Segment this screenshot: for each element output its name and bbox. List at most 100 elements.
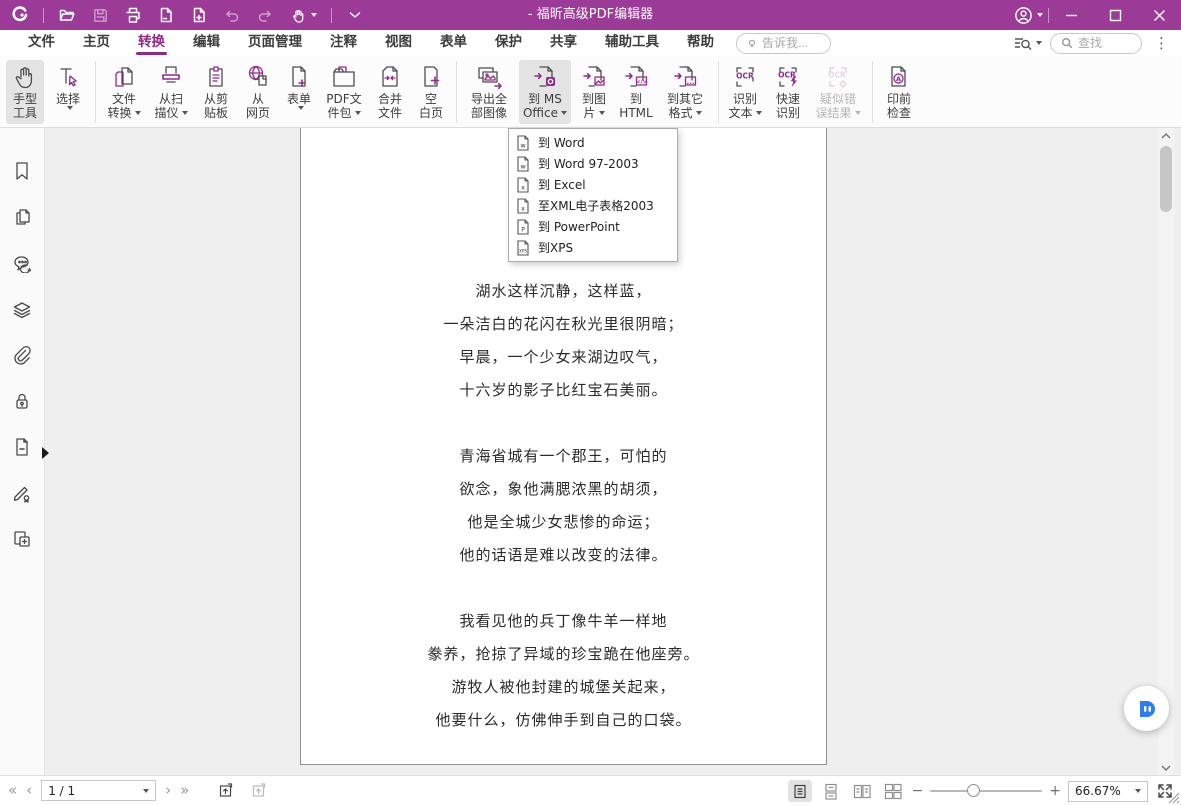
- save-icon[interactable]: [90, 5, 110, 25]
- quick-ocr-button[interactable]: OCR 快速 识别: [769, 60, 807, 124]
- menu-item-to-xml-spreadsheet-2003[interactable]: x 至XML电子表格2003: [509, 195, 677, 216]
- bookmark-icon[interactable]: [11, 160, 33, 182]
- ribbon-button-label: 从扫: [159, 92, 183, 106]
- label-text: 描仪: [154, 106, 178, 120]
- scroll-down-icon[interactable]: [1158, 760, 1174, 775]
- hand-quick-icon[interactable]: [288, 5, 318, 25]
- zoom-slider-thumb[interactable]: [967, 784, 980, 797]
- zoom-slider[interactable]: [930, 790, 1042, 792]
- close-button[interactable]: [1137, 0, 1181, 30]
- facing-continuous-view-button[interactable]: [881, 780, 905, 802]
- caret-down-icon: [1037, 13, 1043, 17]
- ribbon-button-label: 描仪: [154, 106, 187, 120]
- find-input[interactable]: [1078, 36, 1130, 50]
- to-other-format-button[interactable]: ... 到其它 格式: [660, 60, 710, 124]
- scroll-up-icon[interactable]: [1158, 128, 1174, 143]
- from-scanner-button[interactable]: 从扫 描仪: [150, 60, 192, 124]
- ocr-text-button[interactable]: OCR 识别 文本: [726, 60, 764, 124]
- menu-item-to-xps[interactable]: XPS 到XPS: [509, 237, 677, 258]
- to-html-button[interactable]: </> 到 HTML: [617, 60, 655, 124]
- scrollbar-thumb[interactable]: [1160, 146, 1172, 212]
- account-icon[interactable]: [1008, 5, 1048, 25]
- select-button[interactable]: 选择: [49, 60, 87, 124]
- poem-line: 青海省城有一个郡王，可怕的: [301, 440, 826, 473]
- next-page-button[interactable]: ›: [165, 783, 171, 798]
- tab-home[interactable]: 主页: [69, 30, 124, 56]
- more-options-icon[interactable]: ⋮: [1150, 34, 1173, 52]
- redo-icon[interactable]: [255, 5, 275, 25]
- page-icon[interactable]: [156, 5, 176, 25]
- from-clipboard-button[interactable]: 从剪 贴板: [197, 60, 235, 124]
- window-controls: [1008, 0, 1181, 30]
- ribbon-button-label: 文本: [728, 106, 761, 120]
- last-page-button[interactable]: »: [180, 783, 189, 798]
- menu-item-to-word-97-2003[interactable]: w 到 Word 97-2003: [509, 153, 677, 174]
- svg-text:...: ...: [687, 78, 695, 86]
- page-number-select[interactable]: 1 / 1: [41, 780, 156, 801]
- references-icon[interactable]: [11, 528, 33, 550]
- menu-item-to-word[interactable]: w 到 Word: [509, 132, 677, 153]
- preflight-button[interactable]: A 印前 检查: [880, 60, 918, 124]
- continuous-view-button[interactable]: [819, 780, 843, 802]
- tab-form[interactable]: 表单: [426, 30, 481, 56]
- from-web-button[interactable]: 从 网页: [240, 60, 276, 124]
- blank-page-button[interactable]: 空 白页: [414, 60, 448, 124]
- tab-comment[interactable]: 注释: [316, 30, 371, 56]
- tab-edit[interactable]: 编辑: [179, 30, 234, 56]
- menu-item-to-powerpoint[interactable]: P 到 PowerPoint: [509, 216, 677, 237]
- tab-view[interactable]: 视图: [371, 30, 426, 56]
- ribbon-button-label: 手型: [13, 92, 37, 106]
- file-convert-button[interactable]: 文件 转换: [103, 60, 145, 124]
- tab-file[interactable]: 文件: [14, 30, 69, 56]
- layers-icon[interactable]: [11, 298, 33, 320]
- facing-view-button[interactable]: [850, 780, 874, 802]
- open-file-icon[interactable]: [57, 5, 77, 25]
- pdf-portfolio-button[interactable]: PDF文 件包: [322, 60, 366, 124]
- single-page-view-button[interactable]: [788, 780, 812, 802]
- maximize-button[interactable]: [1093, 0, 1137, 30]
- form-button[interactable]: 表单: [281, 60, 317, 124]
- to-ms-office-dropdown-menu: w 到 Word w 到 Word 97-2003 x 到 Excel x 至X…: [508, 128, 678, 262]
- to-ms-office-button[interactable]: 到 MS Office: [519, 60, 571, 124]
- zoom-out-button[interactable]: −: [912, 784, 924, 798]
- attachment-icon[interactable]: [11, 344, 33, 366]
- security-icon[interactable]: [11, 390, 33, 412]
- comments-icon[interactable]: [11, 252, 33, 274]
- export-all-images-button[interactable]: 导出全 部图像: [464, 60, 514, 124]
- customize-toolbar-icon[interactable]: [345, 5, 365, 25]
- poem-line: 十六岁的影子比红宝石美丽。: [301, 374, 826, 407]
- ribbon-button-label: 文件: [378, 106, 402, 120]
- tab-share[interactable]: 共享: [536, 30, 591, 56]
- tell-me-input[interactable]: [762, 36, 820, 50]
- destinations-icon[interactable]: [11, 436, 33, 458]
- ai-assistant-button[interactable]: [1124, 686, 1169, 731]
- tab-protect[interactable]: 保护: [481, 30, 536, 56]
- print-icon[interactable]: [123, 5, 143, 25]
- find-box[interactable]: [1050, 33, 1142, 54]
- to-image-button[interactable]: 到图 片: [576, 60, 612, 124]
- panel-expand-handle[interactable]: [42, 447, 49, 459]
- minimize-button[interactable]: [1049, 0, 1093, 30]
- vertical-scrollbar[interactable]: [1158, 128, 1174, 775]
- window-resize-grip[interactable]: [1166, 790, 1180, 804]
- tell-me-search[interactable]: [736, 33, 831, 54]
- next-view-button[interactable]: [246, 780, 270, 802]
- tab-help[interactable]: 帮助: [673, 30, 728, 56]
- previous-view-button[interactable]: [213, 780, 237, 802]
- poem-line: 豢养，抢掠了异域的珍宝跪在他座旁。: [301, 638, 826, 671]
- add-page-icon[interactable]: [189, 5, 209, 25]
- first-page-button[interactable]: «: [8, 783, 17, 798]
- zoom-level-select[interactable]: 66.67%: [1068, 781, 1148, 802]
- hand-tool-button[interactable]: 手型 工具: [6, 60, 44, 124]
- tab-organize[interactable]: 页面管理: [234, 30, 316, 56]
- signature-icon[interactable]: [11, 482, 33, 504]
- tab-convert[interactable]: 转换: [124, 30, 179, 56]
- menu-item-to-excel[interactable]: x 到 Excel: [509, 174, 677, 195]
- advanced-search-icon[interactable]: [1013, 35, 1042, 51]
- previous-page-button[interactable]: ‹: [26, 783, 32, 798]
- undo-icon[interactable]: [222, 5, 242, 25]
- combine-files-button[interactable]: 合并 文件: [371, 60, 409, 124]
- pages-icon[interactable]: [11, 206, 33, 228]
- tab-accessibility[interactable]: 辅助工具: [591, 30, 673, 56]
- zoom-in-button[interactable]: +: [1049, 784, 1061, 798]
